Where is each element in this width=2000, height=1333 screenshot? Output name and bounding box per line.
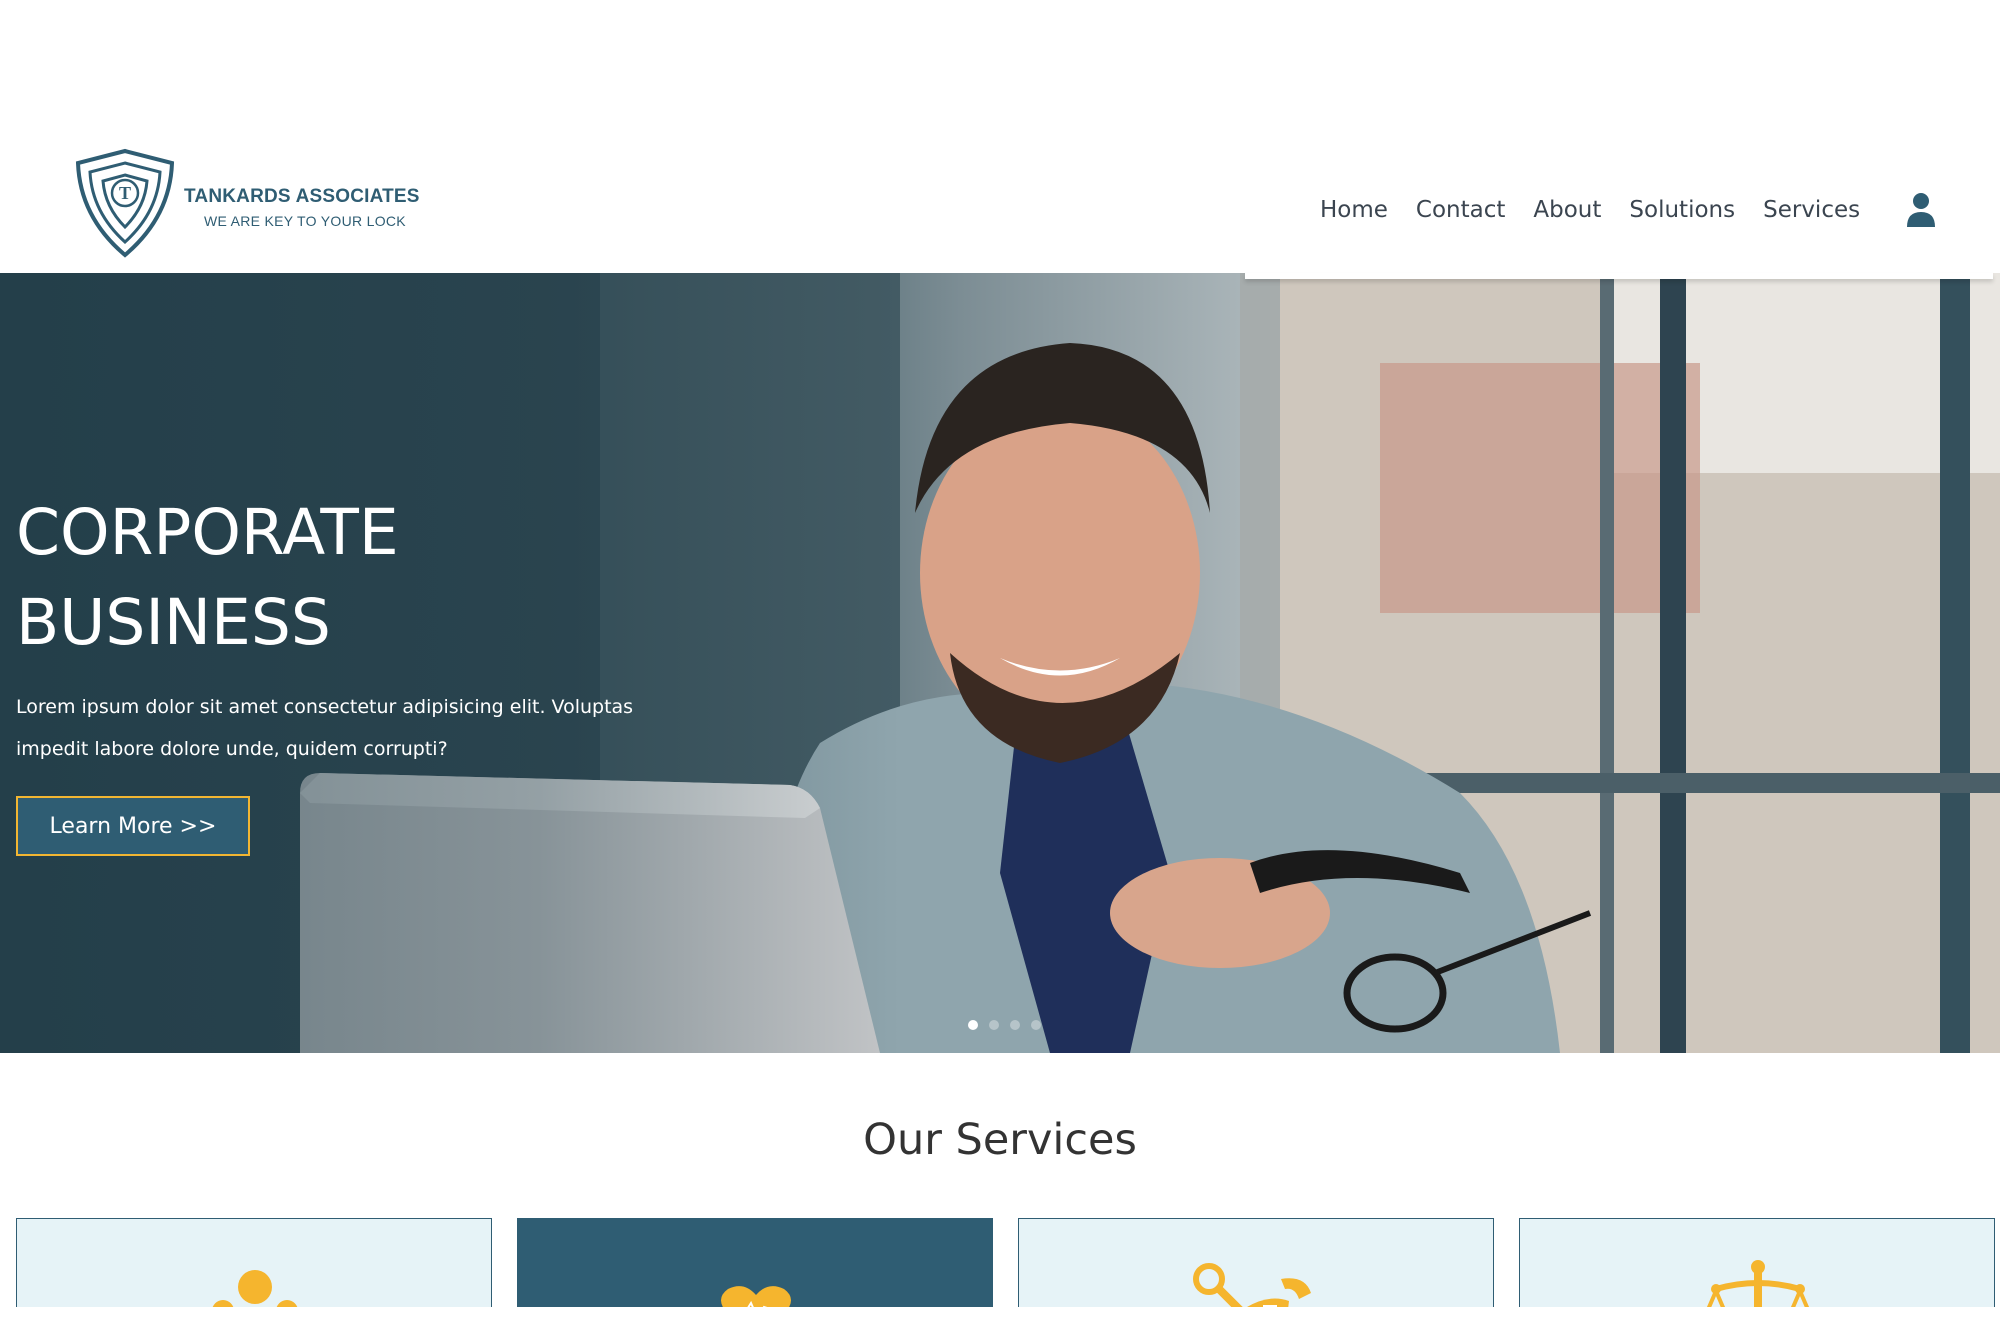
nav-solutions[interactable]: Solutions (1629, 197, 1735, 223)
hero-description: Lorem ipsum dolor sit amet consectetur a… (16, 696, 634, 760)
carousel-dots (968, 1020, 1052, 1030)
site-header: T TANKARDS ASSOCIATES WE ARE KEY TO YOUR… (0, 0, 2000, 273)
main-nav: Home Contact About Solutions Services (1320, 190, 1936, 230)
learn-more-button[interactable]: Learn More >> (16, 796, 250, 856)
hero-content: CORPORATE BUSINESS Lorem ipsum dolor sit… (16, 488, 696, 856)
brand-name: TANKARDS ASSOCIATES (184, 185, 420, 207)
logo-text: TANKARDS ASSOCIATES WE ARE KEY TO YOUR L… (184, 186, 420, 229)
nav-shadow (1245, 273, 1993, 279)
nav-contact[interactable]: Contact (1416, 197, 1505, 223)
nav-services[interactable]: Services (1763, 197, 1860, 223)
page: T TANKARDS ASSOCIATES WE ARE KEY TO YOUR… (0, 0, 2000, 1333)
hero-title-line1: CORPORATE (16, 496, 399, 569)
brand-logo[interactable]: T TANKARDS ASSOCIATES WE ARE KEY TO YOUR… (70, 147, 420, 259)
nav-home[interactable]: Home (1320, 197, 1388, 223)
brand-tagline: WE ARE KEY TO YOUR LOCK (204, 212, 406, 229)
hero-banner: CORPORATE BUSINESS Lorem ipsum dolor sit… (0, 273, 2000, 1053)
page-bottom-mask (0, 1307, 2000, 1333)
hero-title: CORPORATE BUSINESS (16, 488, 696, 668)
nav-about[interactable]: About (1533, 197, 1601, 223)
carousel-dot-4[interactable] (1031, 1020, 1041, 1030)
logo-letter: T (119, 183, 131, 203)
carousel-dot-1[interactable] (968, 1020, 978, 1030)
shield-logo-icon: T (75, 148, 175, 258)
hero-title-line2: BUSINESS (16, 586, 331, 659)
carousel-dot-2[interactable] (989, 1020, 999, 1030)
services-heading: Our Services (863, 1115, 1137, 1165)
carousel-dot-3[interactable] (1010, 1020, 1020, 1030)
user-icon[interactable] (1906, 192, 1936, 228)
